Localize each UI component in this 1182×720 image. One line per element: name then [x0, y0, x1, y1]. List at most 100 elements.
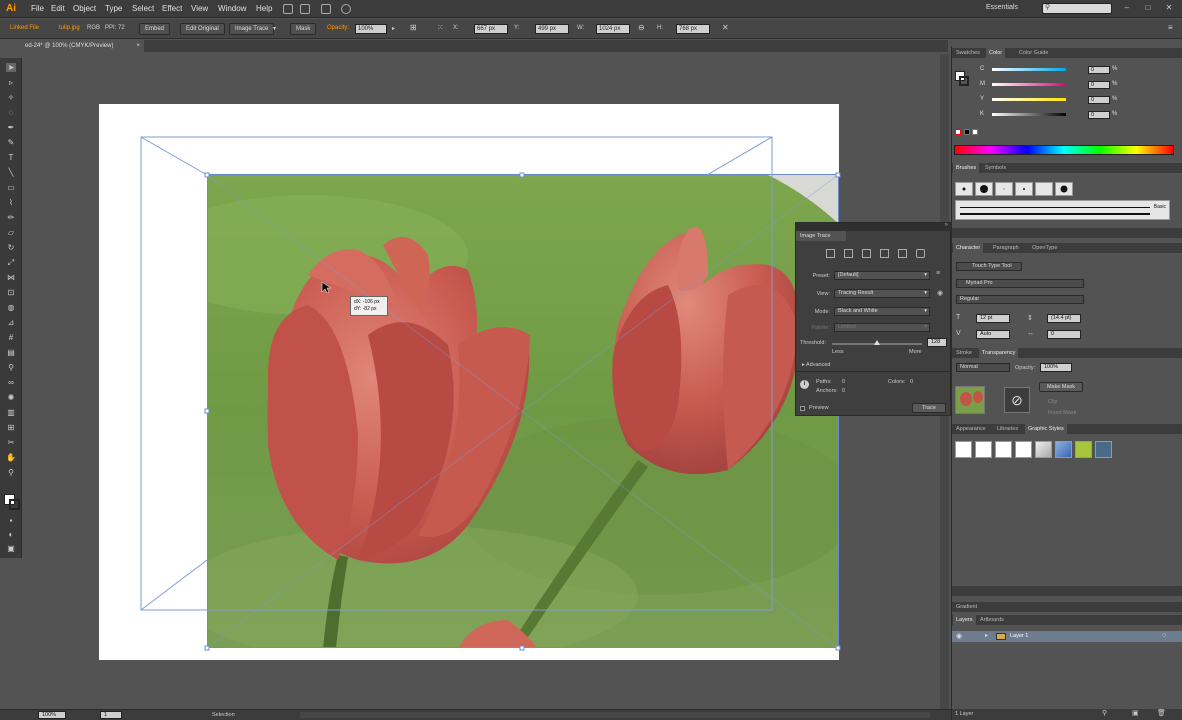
- menu-view[interactable]: View: [191, 4, 208, 13]
- edit-original-button[interactable]: Edit Original: [180, 23, 225, 35]
- trace-preset-dropdown-icon[interactable]: ▾: [273, 25, 276, 32]
- selection-tool-icon[interactable]: ➤: [6, 63, 16, 72]
- column-graph-tool-icon[interactable]: ▥: [6, 408, 16, 417]
- embed-button[interactable]: Embed: [139, 23, 171, 35]
- maximize-button[interactable]: □: [1143, 3, 1153, 13]
- tab-artboards[interactable]: Artboards: [977, 615, 1007, 625]
- high-color-preset-icon[interactable]: [844, 249, 853, 258]
- graphic-style-5[interactable]: [1035, 441, 1052, 458]
- menu-window[interactable]: Window: [218, 4, 246, 13]
- opacity-label[interactable]: Opacity:: [327, 25, 349, 31]
- brush-dot-2[interactable]: [1015, 182, 1033, 196]
- view-select[interactable]: Tracing Result ▾: [834, 289, 930, 298]
- graphic-style-4[interactable]: [1015, 441, 1032, 458]
- arrange-documents-icon[interactable]: [321, 4, 331, 14]
- tab-brushes[interactable]: Brushes: [953, 163, 980, 173]
- visibility-eye-icon[interactable]: ◉: [956, 632, 962, 640]
- width-tool-icon[interactable]: ⋈: [6, 273, 16, 282]
- rotate-tool-icon[interactable]: ↻: [6, 243, 16, 252]
- mask-button[interactable]: Mask: [290, 23, 317, 35]
- pencil-tool-icon[interactable]: ✏: [6, 213, 16, 222]
- bridge-icon[interactable]: [283, 4, 293, 14]
- eraser-tool-icon[interactable]: ▱: [6, 228, 16, 237]
- kerning-field[interactable]: Auto: [976, 330, 1010, 339]
- line-tool-icon[interactable]: ╲: [6, 168, 16, 177]
- tab-color[interactable]: Color: [986, 48, 1006, 58]
- reference-point-icon[interactable]: ⁙: [437, 23, 444, 32]
- rectangle-tool-icon[interactable]: ▭: [6, 183, 16, 192]
- black-and-white-preset-icon[interactable]: [898, 249, 907, 258]
- selection-type-label[interactable]: Linked File: [10, 25, 39, 31]
- graphic-style-6[interactable]: [1055, 441, 1072, 458]
- brush-dot-large[interactable]: [975, 182, 993, 196]
- yellow-slider[interactable]: [992, 98, 1066, 101]
- preset-menu-icon[interactable]: ≡: [936, 270, 940, 277]
- hand-tool-icon[interactable]: ✋: [6, 453, 16, 462]
- zoom-field[interactable]: 100%: [38, 711, 66, 719]
- magic-wand-tool-icon[interactable]: ✧: [6, 93, 16, 102]
- cyan-value[interactable]: 0: [1088, 66, 1110, 74]
- tab-swatches[interactable]: Swatches: [953, 48, 983, 58]
- document-tab[interactable]: ed-24* @ 100% (CMYK/Preview) ×: [22, 40, 144, 52]
- artboard-tool-icon[interactable]: ⊞: [6, 423, 16, 432]
- brush-strokes-list[interactable]: Basic: [955, 200, 1170, 220]
- artboard-number-field[interactable]: 1: [100, 711, 122, 719]
- menu-object[interactable]: Object: [73, 4, 96, 13]
- color-mode-buttons-icon[interactable]: ▪: [6, 516, 16, 525]
- scale-tool-icon[interactable]: ⤢: [6, 258, 16, 267]
- pen-tool-icon[interactable]: ✒: [6, 123, 16, 132]
- tab-symbols[interactable]: Symbols: [982, 163, 1009, 173]
- brush-dot-small[interactable]: [955, 182, 973, 196]
- color-spectrum-bar[interactable]: [954, 145, 1174, 155]
- symbol-sprayer-tool-icon[interactable]: ✺: [6, 393, 16, 402]
- magenta-value[interactable]: 0: [1088, 81, 1110, 89]
- screen-mode-icon[interactable]: ▣: [6, 544, 16, 553]
- type-tool-icon[interactable]: T: [6, 153, 16, 162]
- close-window-button[interactable]: ✕: [1164, 3, 1174, 13]
- height-field[interactable]: 768 px: [676, 24, 710, 34]
- curvature-tool-icon[interactable]: ✎: [6, 138, 16, 147]
- tab-layers[interactable]: Layers: [953, 615, 976, 625]
- gradient-tool-icon[interactable]: ▤: [6, 348, 16, 357]
- font-family-select[interactable]: Myriad Pro: [956, 279, 1084, 288]
- align-icon[interactable]: ⊞: [410, 23, 417, 32]
- preset-select[interactable]: [Default] ▾: [834, 271, 930, 280]
- free-transform-tool-icon[interactable]: ⊡: [6, 288, 16, 297]
- mask-none-icon[interactable]: ⊘: [1004, 387, 1030, 413]
- menu-help[interactable]: Help: [256, 4, 272, 13]
- leading-field[interactable]: (14.4 pt): [1047, 314, 1081, 323]
- trace-button[interactable]: Trace: [912, 403, 946, 413]
- width-field[interactable]: 1024 px: [596, 24, 630, 34]
- threshold-slider-thumb[interactable]: [874, 340, 880, 345]
- canvas-horizontal-scrollbar[interactable]: [300, 712, 930, 718]
- expand-layer-icon[interactable]: ▸: [985, 632, 988, 639]
- x-position-field[interactable]: 667 px: [474, 24, 508, 34]
- paintbrush-tool-icon[interactable]: ⌇: [6, 198, 16, 207]
- font-style-select[interactable]: Regular: [956, 295, 1084, 304]
- shape-builder-tool-icon[interactable]: ◍: [6, 303, 16, 312]
- none-swatch[interactable]: [955, 129, 961, 135]
- y-position-field[interactable]: 499 px: [535, 24, 569, 34]
- black-slider[interactable]: [992, 113, 1066, 116]
- gradient-panel-header[interactable]: Gradient: [952, 602, 1182, 612]
- eyedropper-tool-icon[interactable]: ⚲: [6, 363, 16, 372]
- transparency-opacity-field[interactable]: 100%: [1040, 363, 1072, 372]
- threshold-field[interactable]: 128: [927, 338, 947, 347]
- black-value[interactable]: 0: [1088, 111, 1110, 119]
- brush-blank-1[interactable]: [1035, 182, 1053, 196]
- blend-mode-select[interactable]: Normal: [956, 363, 1010, 372]
- tab-color-guide[interactable]: Color Guide: [1016, 48, 1051, 58]
- white-swatch[interactable]: [972, 129, 978, 135]
- mode-select[interactable]: Black and White ▾: [834, 307, 930, 316]
- yellow-value[interactable]: 0: [1088, 96, 1110, 104]
- stroke-swatch[interactable]: [9, 499, 20, 510]
- menu-edit[interactable]: Edit: [51, 4, 65, 13]
- drawing-modes-icon[interactable]: ◐: [6, 530, 16, 539]
- mesh-tool-icon[interactable]: #: [6, 333, 16, 342]
- opacity-dropdown-icon[interactable]: ▸: [392, 25, 395, 32]
- minimize-button[interactable]: –: [1122, 3, 1132, 13]
- tab-paragraph[interactable]: Paragraph: [990, 243, 1022, 253]
- delete-layer-icon[interactable]: 🗑: [1157, 709, 1166, 717]
- menu-select[interactable]: Select: [132, 4, 154, 13]
- constrain-proportions-icon[interactable]: ⊖: [638, 23, 645, 32]
